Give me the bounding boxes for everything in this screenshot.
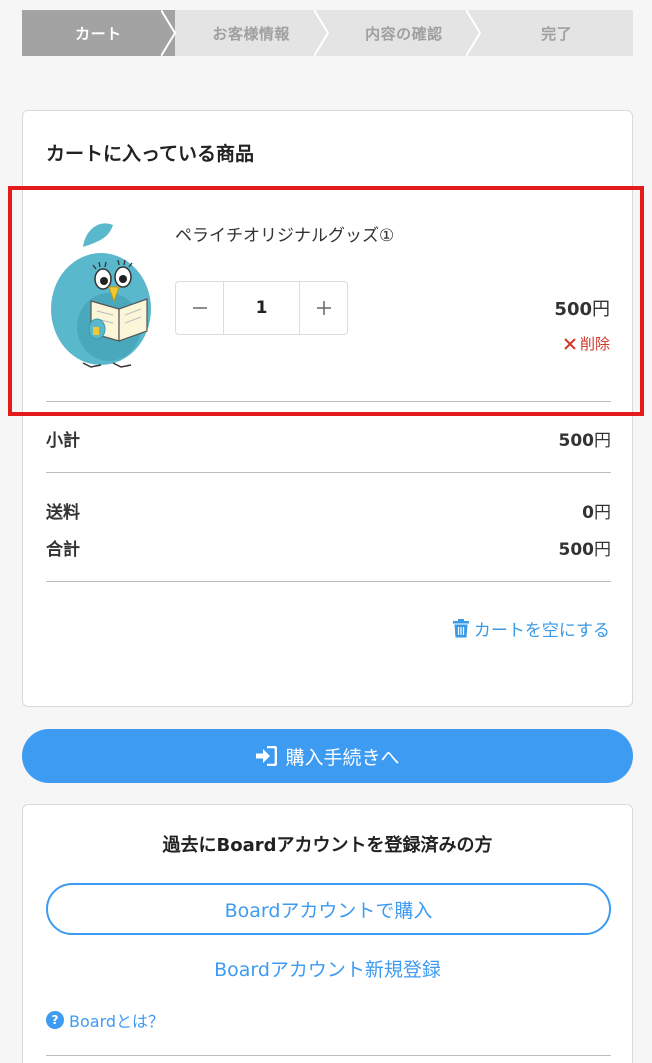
empty-cart-button[interactable]: カートを空にする xyxy=(452,616,610,641)
step-label: 完了 xyxy=(541,24,573,43)
step-label: 内容の確認 xyxy=(365,24,443,43)
step-chevron xyxy=(160,10,176,56)
highlight-box xyxy=(8,186,644,416)
step-chevron xyxy=(466,10,482,56)
shipping-label: 送料 xyxy=(46,503,80,523)
checkout-label: 購入手続きへ xyxy=(285,746,400,769)
total-value: 500 xyxy=(558,540,595,560)
shipping-currency: 円 xyxy=(594,503,611,523)
total-amount: 500円 xyxy=(559,535,612,560)
checkout-steps: カート お客様情報 内容の確認 完了 xyxy=(22,10,633,56)
shipping-amount: 0円 xyxy=(582,498,611,523)
step-complete: 完了 xyxy=(480,10,633,56)
shipping-row: 送料 0円 xyxy=(46,498,611,523)
board-title: 過去にBoardアカウントを登録済みの方 xyxy=(162,835,493,856)
subtotal-row: 小計 500円 xyxy=(46,426,611,451)
sign-in-icon xyxy=(256,746,278,766)
subtotal-currency: 円 xyxy=(594,431,611,451)
step-label: カート xyxy=(75,24,122,43)
board-account-panel: 過去にBoardアカウントを登録済みの方 Boardアカウントで購入 Board… xyxy=(22,804,633,1063)
step-customer-info: お客様情報 xyxy=(175,10,329,56)
subtotal-amount: 500円 xyxy=(559,426,612,451)
subtotal-value: 500 xyxy=(558,431,595,451)
shipping-value: 0 xyxy=(582,503,594,523)
trash-icon xyxy=(452,619,469,638)
board-help-link[interactable]: ? Boardとは？ xyxy=(46,1008,164,1032)
step-confirm: 内容の確認 xyxy=(328,10,482,56)
cart-title: カートに入っている商品 xyxy=(46,143,255,165)
total-currency: 円 xyxy=(594,540,611,560)
total-label: 合計 xyxy=(46,540,80,560)
divider xyxy=(46,581,611,582)
board-register-link[interactable]: Boardアカウント新規登録 xyxy=(23,955,632,982)
subtotal-label: 小計 xyxy=(46,431,80,451)
step-chevron xyxy=(313,10,329,56)
step-label: お客様情報 xyxy=(212,24,290,43)
divider xyxy=(46,472,611,473)
proceed-to-checkout-button[interactable]: 購入手続きへ xyxy=(22,729,633,783)
step-cart: カート xyxy=(22,10,176,56)
question-icon: ? xyxy=(46,1011,64,1029)
total-row: 合計 500円 xyxy=(46,535,611,560)
divider xyxy=(46,1055,611,1056)
empty-cart-label: カートを空にする xyxy=(473,621,610,641)
board-purchase-button[interactable]: Boardアカウントで購入 xyxy=(46,883,611,935)
board-help-label: Boardとは？ xyxy=(69,1012,165,1031)
